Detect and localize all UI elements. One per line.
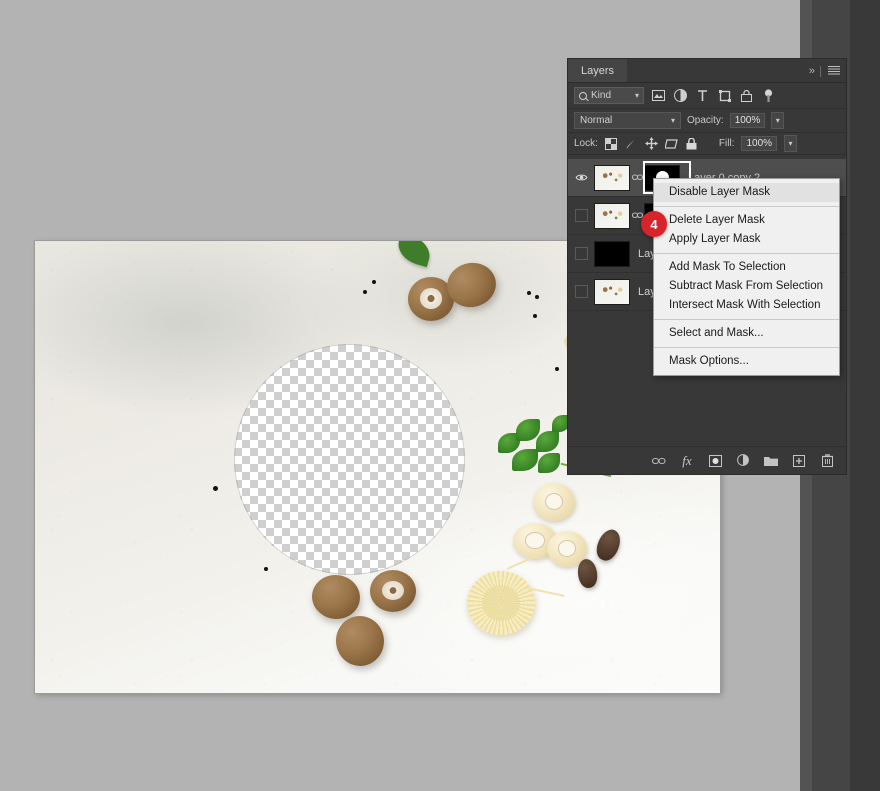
menu-separator	[654, 253, 839, 254]
step-badge: 4	[641, 211, 667, 237]
blend-mode-value: Normal	[580, 115, 612, 126]
layer-thumbnail[interactable]	[594, 279, 630, 305]
lock-all-icon[interactable]	[685, 137, 698, 150]
new-adjustment-layer-icon[interactable]	[736, 454, 750, 468]
menu-item-apply-layer-mask[interactable]: Apply Layer Mask	[654, 230, 839, 249]
kind-filter-label: Kind	[591, 90, 611, 101]
mushroom-lower-mid	[370, 570, 416, 612]
pasta-nest	[467, 571, 535, 635]
delete-layer-icon[interactable]	[820, 454, 834, 468]
layer-thumbnail[interactable]	[594, 203, 630, 229]
peppercorn	[213, 486, 218, 491]
chevron-down-icon: ▾	[671, 116, 675, 125]
panel-tab-bar: Layers »	[568, 59, 846, 83]
menu-item-add-mask-to-selection[interactable]: Add Mask To Selection	[654, 258, 839, 277]
link-layers-icon[interactable]	[652, 454, 666, 468]
menu-separator	[654, 206, 839, 207]
smart-object-filter-icon[interactable]	[739, 88, 754, 103]
collapse-panel-icon[interactable]: »	[809, 65, 813, 77]
add-layer-mask-icon[interactable]	[708, 454, 722, 468]
opacity-slider-toggle[interactable]: ▾	[771, 112, 784, 129]
new-layer-icon[interactable]	[792, 454, 806, 468]
menu-item-mask-options[interactable]: Mask Options...	[654, 352, 839, 371]
fill-label: Fill:	[719, 138, 735, 149]
layer-thumbnail[interactable]	[594, 165, 630, 191]
type-filter-icon[interactable]	[695, 88, 710, 103]
menu-item-subtract-mask-from-selection[interactable]: Subtract Mask From Selection	[654, 277, 839, 296]
peppercorn	[372, 280, 376, 284]
menu-item-disable-layer-mask[interactable]: Disable Layer Mask	[654, 183, 839, 202]
layer-mask-link-icon[interactable]	[630, 172, 644, 183]
lock-transparent-pixels-icon[interactable]	[605, 137, 618, 150]
chevron-down-icon: ▾	[635, 91, 639, 100]
filter-toggle-icon[interactable]	[761, 88, 776, 103]
layer-thumbnail[interactable]	[594, 241, 630, 267]
pixel-filter-icon[interactable]	[651, 88, 666, 103]
kind-filter-dropdown[interactable]: Kind ▾	[574, 87, 644, 104]
lock-image-pixels-icon[interactable]	[625, 137, 638, 150]
layer-mask-context-menu[interactable]: Disable Layer Mask Delete Layer Mask App…	[653, 178, 840, 376]
blend-mode-dropdown[interactable]: Normal ▾	[574, 112, 681, 129]
workspace: Layers » Kind ▾	[0, 0, 880, 791]
new-group-icon[interactable]	[764, 454, 778, 468]
peppercorn	[527, 291, 531, 295]
menu-item-delete-layer-mask[interactable]: Delete Layer Mask	[654, 211, 839, 230]
shape-filter-icon[interactable]	[717, 88, 732, 103]
peppercorn	[535, 295, 539, 299]
opacity-value[interactable]: 100%	[730, 113, 766, 128]
lock-row: Lock: Fill: 100% ▾	[568, 133, 846, 155]
fill-value[interactable]: 100%	[741, 136, 777, 151]
tab-layers-label: Layers	[581, 65, 614, 77]
eye-icon	[575, 173, 588, 182]
transparent-mask-cutout	[234, 344, 465, 575]
tab-layers[interactable]: Layers	[568, 59, 627, 82]
layer-visibility-toggle[interactable]	[568, 285, 594, 298]
fill-slider-toggle[interactable]: ▾	[784, 135, 797, 152]
add-layer-style-icon[interactable]: fx	[680, 454, 694, 468]
peppercorn	[533, 314, 537, 318]
blend-mode-row: Normal ▾ Opacity: 100% ▾	[568, 109, 846, 133]
menu-item-select-and-mask[interactable]: Select and Mask...	[654, 324, 839, 343]
menu-separator	[654, 319, 839, 320]
adjustment-filter-icon[interactable]	[673, 88, 688, 103]
tortellini	[533, 483, 575, 521]
divider	[820, 66, 821, 77]
panel-menu-icon[interactable]	[828, 66, 840, 76]
opacity-label: Opacity:	[687, 115, 724, 126]
lock-label: Lock:	[574, 138, 598, 149]
menu-item-intersect-mask-with-selection[interactable]: Intersect Mask With Selection	[654, 296, 839, 315]
lock-position-icon[interactable]	[645, 137, 658, 150]
layers-panel-toolbar: fx	[568, 446, 846, 474]
search-icon	[579, 92, 587, 100]
peppercorn	[264, 567, 268, 571]
panel-dock	[850, 0, 880, 791]
lock-artboard-icon[interactable]	[665, 137, 678, 150]
layer-visibility-toggle[interactable]	[568, 209, 594, 222]
layer-visibility-toggle[interactable]	[568, 247, 594, 260]
peppercorn	[363, 290, 367, 294]
layer-visibility-toggle[interactable]	[568, 173, 594, 182]
panel-tab-controls: »	[809, 59, 840, 83]
menu-separator	[654, 347, 839, 348]
peppercorn	[555, 367, 559, 371]
layer-filter-row: Kind ▾	[568, 83, 846, 109]
